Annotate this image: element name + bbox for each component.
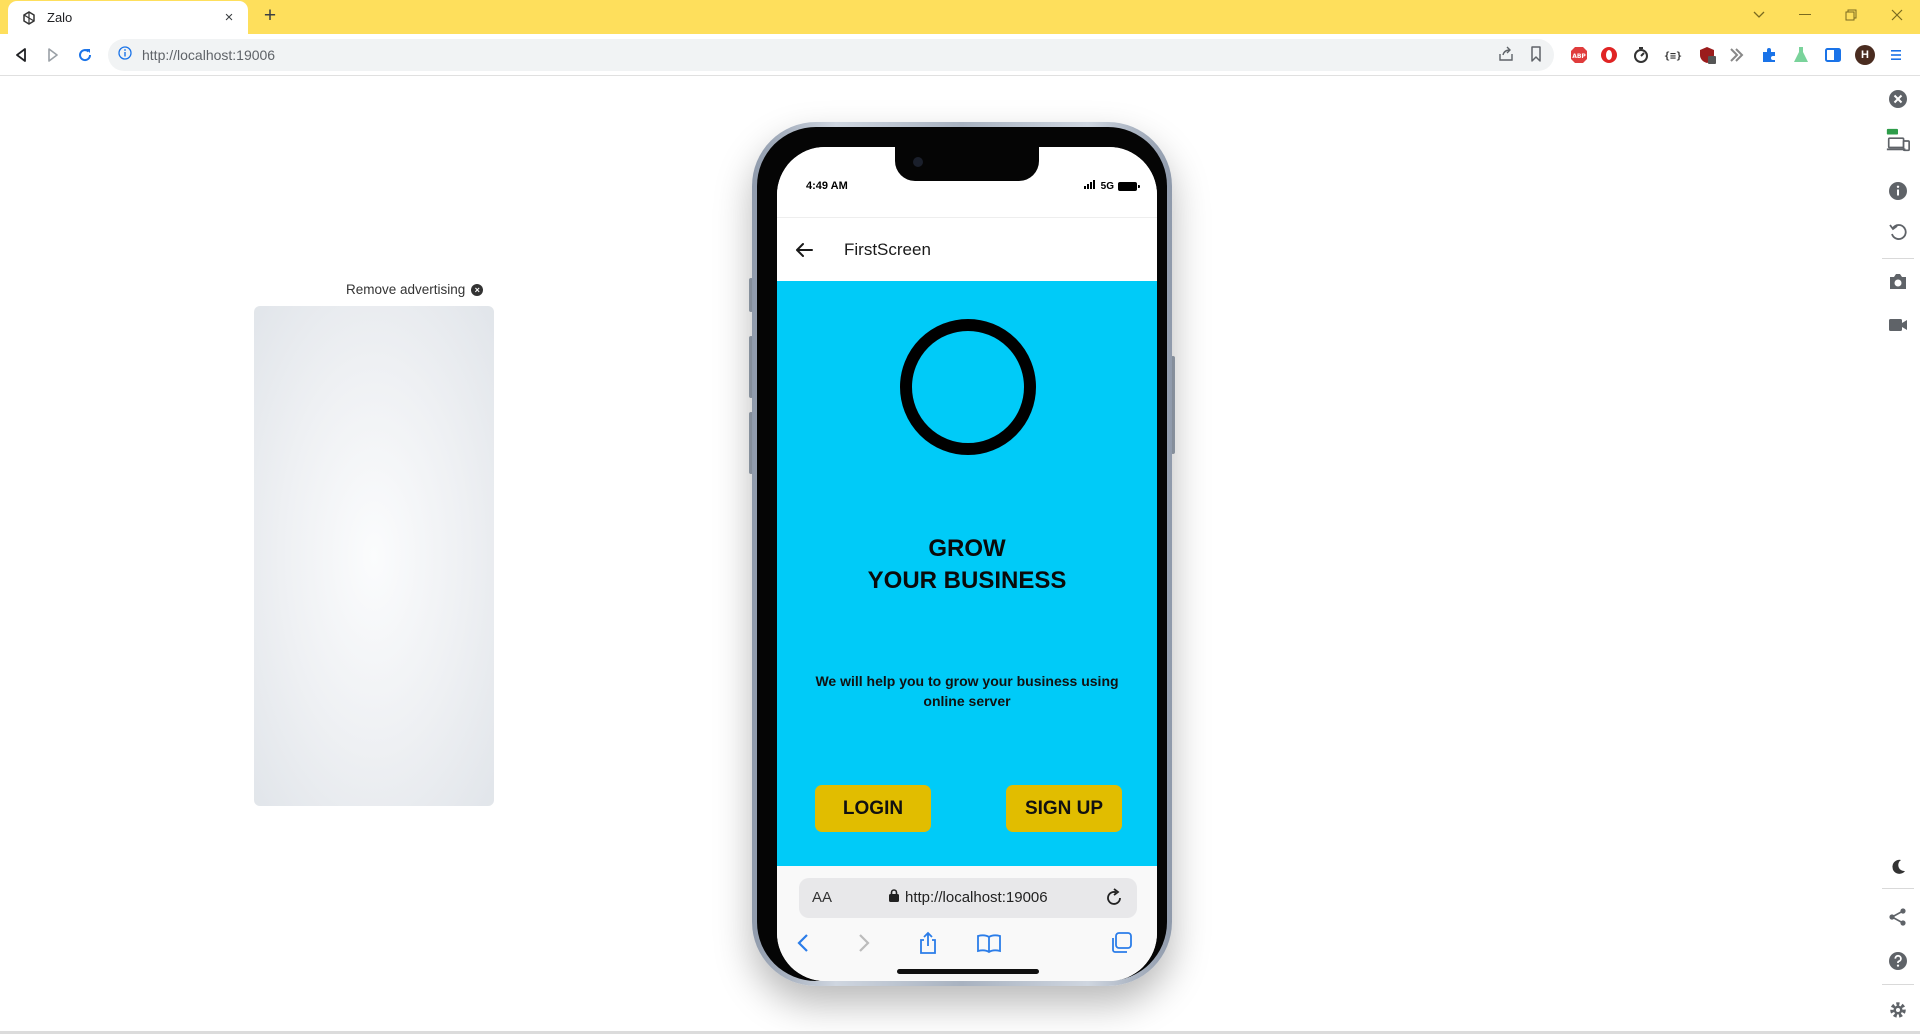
new-tab-button[interactable]: + — [258, 5, 282, 29]
browser-menu-icon[interactable] — [1885, 44, 1907, 66]
lock-icon — [889, 889, 899, 906]
tab-title: Zalo — [47, 10, 73, 25]
back-button[interactable] — [8, 42, 34, 68]
status-bar: 4:49 AM 5G — [777, 147, 1157, 217]
share-panel-icon[interactable] — [1885, 904, 1911, 930]
phone-notch — [895, 147, 1039, 181]
forward-button[interactable] — [40, 42, 66, 68]
headline-line-1: GROW — [928, 535, 1006, 562]
restore-button[interactable] — [1828, 0, 1874, 30]
close-ad-icon[interactable]: × — [471, 283, 484, 296]
safari-address-bar[interactable]: AA http://localhost:19006 — [799, 878, 1137, 918]
safari-reload-icon[interactable] — [1103, 887, 1125, 909]
address-url: http://localhost:19006 — [142, 47, 276, 63]
arrows-extension-icon[interactable] — [1726, 44, 1748, 66]
flask-extension-icon[interactable] — [1790, 44, 1812, 66]
adblock-extension-icon[interactable]: ABP — [1568, 44, 1590, 66]
share-icon[interactable] — [1498, 46, 1514, 67]
dark-mode-moon-icon[interactable] — [1885, 854, 1911, 880]
safari-url: http://localhost:19006 — [905, 889, 1048, 906]
close-panel-icon[interactable] — [1885, 86, 1911, 112]
devices-new-icon[interactable] — [1885, 128, 1911, 154]
opera-extension-icon[interactable] — [1598, 44, 1620, 66]
minimize-button[interactable] — [1782, 0, 1828, 30]
headline-line-2: YOUR BUSINESS — [867, 567, 1067, 594]
signal-icon — [1083, 180, 1097, 192]
phone-bezel: 4:49 AM 5G FirstScreen GROW YOUR BUSINES… — [757, 127, 1167, 981]
status-indicators: 5G — [1083, 180, 1140, 192]
tab-search-icon[interactable] — [1736, 0, 1782, 30]
info-icon[interactable] — [1885, 178, 1911, 204]
safari-share-icon[interactable] — [913, 928, 943, 958]
bookmark-icon[interactable] — [1530, 46, 1542, 67]
text-size-button[interactable]: AA — [812, 889, 832, 906]
extensions-puzzle-icon[interactable] — [1758, 44, 1780, 66]
hero-section: GROW YOUR BUSINESS We will help you to g… — [777, 281, 1157, 866]
safari-forward-icon[interactable] — [849, 928, 879, 958]
browser-toolbar: http://localhost:19006 ABP {≡} H — [0, 34, 1920, 76]
remove-advertising-label: Remove advertising — [346, 282, 466, 297]
screen-title: FirstScreen — [844, 239, 931, 259]
reload-button[interactable] — [72, 42, 98, 68]
profile-avatar[interactable]: H — [1854, 44, 1876, 66]
screen-header: FirstScreen — [777, 217, 1157, 281]
json-extension-icon[interactable]: {≡} — [1662, 44, 1684, 66]
safari-back-icon[interactable] — [788, 928, 818, 958]
svg-text:{≡}: {≡} — [1664, 51, 1682, 62]
status-time: 4:49 AM — [806, 180, 848, 192]
panel-divider — [1882, 984, 1914, 985]
profile-initial: H — [1861, 49, 1869, 61]
browser-tab[interactable]: Zalo × — [8, 1, 248, 34]
battery-icon — [1118, 181, 1140, 191]
safari-toolbar: AA http://localhost:19006 — [777, 866, 1157, 981]
safari-bookmarks-icon[interactable] — [974, 928, 1004, 958]
headline: GROW YOUR BUSINESS — [777, 533, 1157, 597]
help-icon[interactable] — [1885, 948, 1911, 974]
home-indicator — [897, 969, 1039, 974]
address-bar[interactable]: http://localhost:19006 — [108, 39, 1554, 71]
safari-nav-icons — [777, 928, 1157, 958]
back-arrow-icon[interactable] — [792, 238, 816, 262]
phone-screen: 4:49 AM 5G FirstScreen GROW YOUR BUSINES… — [777, 147, 1157, 981]
tab-close-icon[interactable]: × — [220, 9, 238, 27]
safari-url-group: http://localhost:19006 — [889, 889, 1048, 906]
logo-ring — [900, 319, 1036, 455]
close-window-button[interactable] — [1874, 0, 1920, 30]
panel-divider — [1882, 258, 1914, 259]
shield-extension-icon[interactable] — [1696, 44, 1718, 66]
record-video-icon[interactable] — [1885, 312, 1911, 338]
front-camera — [913, 157, 923, 167]
remove-advertising-link[interactable]: Remove advertising × — [346, 282, 484, 297]
app-favicon-icon — [20, 9, 37, 26]
subtext: We will help you to grow your business u… — [815, 673, 1119, 709]
phone-frame: 4:49 AM 5G FirstScreen GROW YOUR BUSINES… — [752, 122, 1172, 986]
side-panel-icon[interactable] — [1822, 44, 1844, 66]
network-label: 5G — [1100, 180, 1114, 192]
tab-strip: Zalo × + — [0, 0, 1920, 34]
rotate-icon[interactable] — [1885, 219, 1911, 245]
settings-gear-icon[interactable] — [1885, 997, 1911, 1023]
ad-placeholder — [254, 306, 494, 806]
timer-extension-icon[interactable] — [1630, 44, 1652, 66]
svg-text:ABP: ABP — [1572, 53, 1586, 60]
login-button[interactable]: LOGIN — [815, 785, 931, 832]
screenshot-camera-icon[interactable] — [1885, 269, 1911, 295]
safari-tabs-icon[interactable] — [1107, 928, 1137, 958]
panel-divider — [1882, 888, 1914, 889]
signup-button[interactable]: SIGN UP — [1006, 785, 1122, 832]
site-info-icon[interactable] — [118, 45, 132, 65]
